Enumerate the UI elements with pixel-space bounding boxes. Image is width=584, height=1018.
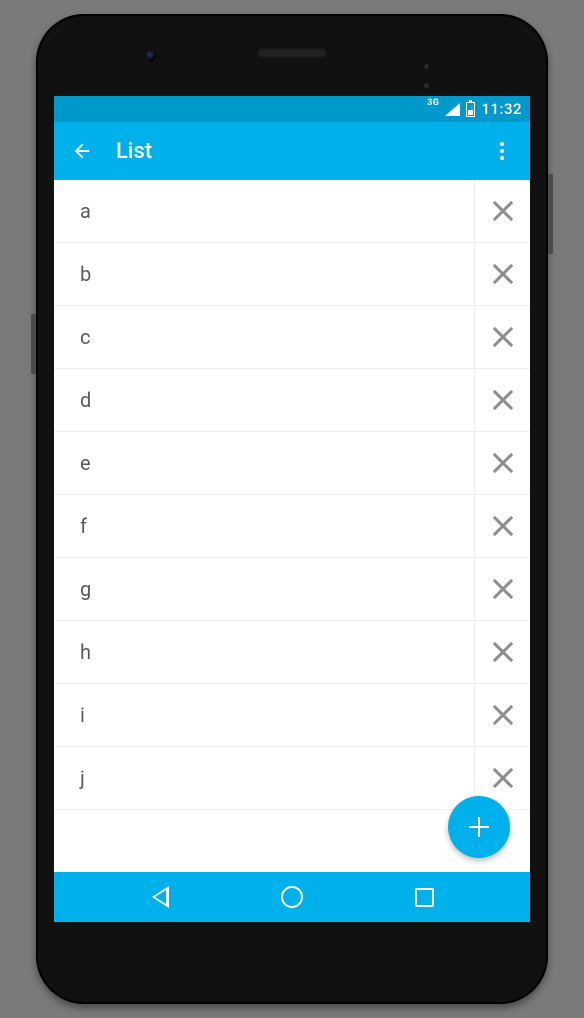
list-item-label: j <box>54 766 474 790</box>
delete-button[interactable] <box>474 369 530 431</box>
delete-button[interactable] <box>474 495 530 557</box>
delete-button[interactable] <box>474 243 530 305</box>
list-item[interactable]: g <box>54 558 530 621</box>
nav-recent-button[interactable] <box>394 875 454 919</box>
nav-back-icon <box>152 886 169 908</box>
delete-button[interactable] <box>474 558 530 620</box>
list-item[interactable]: j <box>54 747 530 810</box>
nav-home-icon <box>281 886 303 908</box>
list-item-label: f <box>54 514 474 538</box>
close-icon <box>492 389 514 411</box>
plus-icon <box>469 817 489 837</box>
close-icon <box>492 767 514 789</box>
list-item-label: i <box>54 703 474 727</box>
list-item-label: a <box>54 199 474 223</box>
nav-back-button[interactable] <box>130 875 190 919</box>
phone-frame: 3G 11:32 List a b c d e f g h i j <box>36 14 548 1004</box>
device-screen: 3G 11:32 List a b c d e f g h i j <box>54 96 530 922</box>
list-container: a b c d e f g h i j <box>54 180 530 872</box>
list-item[interactable]: e <box>54 432 530 495</box>
list-item-label: g <box>54 577 474 601</box>
status-clock: 11:32 <box>481 100 522 118</box>
delete-button[interactable] <box>474 306 530 368</box>
delete-button[interactable] <box>474 180 530 242</box>
list-item-label: b <box>54 262 474 286</box>
list-item[interactable]: c <box>54 306 530 369</box>
add-button[interactable] <box>448 796 510 858</box>
list-item[interactable]: h <box>54 621 530 684</box>
phone-side-button <box>31 314 36 374</box>
list-item[interactable]: f <box>54 495 530 558</box>
delete-button[interactable] <box>474 621 530 683</box>
back-button[interactable] <box>60 129 104 173</box>
list-item[interactable]: a <box>54 180 530 243</box>
system-nav-bar <box>54 872 530 922</box>
phone-sensor-dots <box>420 54 428 62</box>
close-icon <box>492 704 514 726</box>
list-item-label: h <box>54 640 474 664</box>
list-item-label: d <box>54 388 474 412</box>
list-item-label: e <box>54 451 474 475</box>
more-vert-icon <box>500 142 504 146</box>
status-network-label: 3G <box>427 98 439 108</box>
phone-side-button <box>548 174 553 254</box>
close-icon <box>492 452 514 474</box>
page-title: List <box>116 139 480 164</box>
delete-button[interactable] <box>474 432 530 494</box>
nav-recent-icon <box>415 888 434 907</box>
phone-camera <box>146 51 156 61</box>
close-icon <box>492 641 514 663</box>
list-item[interactable]: b <box>54 243 530 306</box>
app-bar: List <box>54 122 530 180</box>
close-icon <box>492 515 514 537</box>
close-icon <box>492 200 514 222</box>
signal-icon <box>445 103 460 116</box>
list-item[interactable]: i <box>54 684 530 747</box>
nav-home-button[interactable] <box>262 875 322 919</box>
close-icon <box>492 263 514 285</box>
phone-earpiece <box>257 48 327 58</box>
battery-charging-icon <box>466 102 475 117</box>
overflow-menu-button[interactable] <box>480 129 524 173</box>
arrow-left-icon <box>71 140 93 162</box>
close-icon <box>492 326 514 348</box>
status-bar: 3G 11:32 <box>54 96 530 122</box>
delete-button[interactable] <box>474 684 530 746</box>
list-item-label: c <box>54 325 474 349</box>
close-icon <box>492 578 514 600</box>
list-item[interactable]: d <box>54 369 530 432</box>
